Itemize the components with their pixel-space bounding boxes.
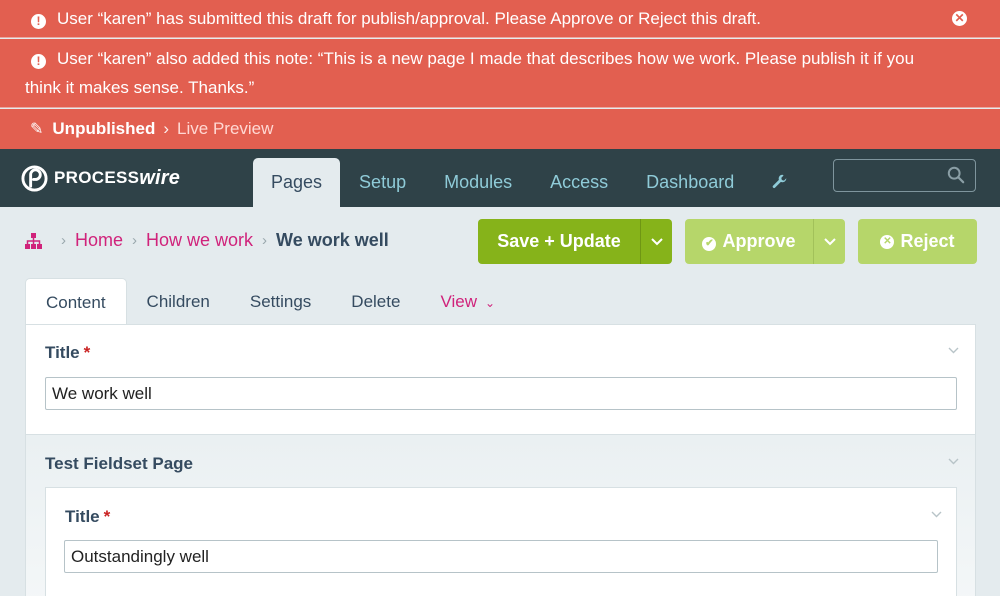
chevron-down-icon: [650, 237, 663, 245]
chevron-right-icon: ›: [262, 232, 268, 249]
save-dropdown-button[interactable]: [640, 219, 672, 264]
status-bar: ✎ Unpublished › Live Preview: [0, 109, 1000, 149]
save-update-button: Save + Update: [478, 219, 672, 264]
approve-label: Approve: [722, 231, 796, 251]
inner-title-field: Title * Outstandingly well: [45, 487, 957, 596]
title-label: Title *: [45, 343, 91, 362]
logo-text-process: PROCESS: [54, 168, 140, 187]
unpublished-label: Unpublished: [52, 119, 156, 138]
chevron-right-icon: ›: [163, 119, 170, 138]
page-edit-tabs: Content Children Settings Delete View ⌄: [25, 278, 515, 325]
nav-pages[interactable]: Pages: [253, 158, 341, 207]
approve-button: ✔ Approve: [685, 219, 845, 264]
reject-button[interactable]: ✕ Reject: [858, 219, 977, 264]
note-notice: ! User “karen” also added this note: “Thi…: [0, 39, 1000, 108]
chevron-down-icon[interactable]: [931, 509, 942, 521]
nav-modules[interactable]: Modules: [425, 158, 531, 207]
nav-setup[interactable]: Setup: [340, 158, 425, 207]
approve-button-main[interactable]: ✔ Approve: [685, 219, 813, 264]
title-input[interactable]: We work well: [45, 377, 957, 410]
approve-dropdown-button[interactable]: [813, 219, 845, 264]
nav-access[interactable]: Access: [531, 158, 627, 207]
processwire-logo-icon: [21, 164, 48, 192]
fieldset-label: Test Fieldset Page: [45, 454, 194, 473]
check-circle-icon: ✔: [702, 237, 717, 251]
required-marker: *: [83, 343, 91, 362]
tab-children[interactable]: Children: [127, 278, 230, 325]
chevron-down-icon[interactable]: [948, 345, 959, 357]
chevron-right-icon: ›: [61, 232, 66, 249]
tab-view[interactable]: View ⌄: [420, 278, 515, 325]
inner-title-input[interactable]: Outstandingly well: [64, 540, 938, 573]
required-marker: *: [103, 507, 111, 526]
tab-settings[interactable]: Settings: [230, 278, 331, 325]
chevron-right-icon: ›: [132, 232, 138, 249]
sitemap-icon[interactable]: [25, 232, 42, 249]
breadcrumb-current: We work well: [276, 230, 389, 250]
inner-title-label: Title *: [65, 507, 111, 526]
breadcrumb-home[interactable]: Home: [75, 230, 123, 251]
submitted-notice: ! User “karen” has submitted this draft f…: [0, 0, 1000, 38]
main-nav: Pages Setup Modules Access Dashboard: [253, 158, 806, 207]
logo-text-wire: wire: [139, 166, 181, 189]
tab-content[interactable]: Content: [25, 278, 127, 325]
content-panel: Title * We work well Test Fieldset Page T…: [25, 324, 976, 596]
wrench-icon[interactable]: [753, 158, 806, 207]
paperclip-icon: ✎: [30, 121, 44, 138]
live-preview-link[interactable]: Live Preview: [177, 119, 273, 138]
nav-dashboard[interactable]: Dashboard: [627, 158, 753, 207]
note-notice-text: User “karen” also added this note: “This…: [25, 49, 915, 97]
title-field: Title * We work well: [26, 325, 975, 435]
tab-view-label: View: [440, 292, 477, 311]
test-fieldset: Test Fieldset Page Title * Outstandingly …: [26, 435, 975, 596]
alert-icon: !: [31, 54, 46, 69]
times-circle-icon: ✕: [880, 234, 895, 249]
chevron-down-icon: ⌄: [484, 296, 496, 310]
breadcrumb: › Home › How we work › We work well: [25, 230, 389, 251]
save-update-label[interactable]: Save + Update: [478, 219, 640, 264]
tab-delete[interactable]: Delete: [331, 278, 420, 325]
search-input[interactable]: [833, 159, 976, 192]
submitted-notice-text: User “karen” has submitted this draft fo…: [57, 9, 761, 28]
reject-label: Reject: [900, 231, 955, 251]
alert-icon: !: [31, 14, 46, 29]
breadcrumb-how-we-work[interactable]: How we work: [146, 230, 253, 251]
masthead: PROCESS wire Pages Setup Modules Access D…: [0, 149, 1000, 207]
chevron-down-icon[interactable]: [948, 456, 959, 468]
chevron-down-icon: [823, 237, 836, 245]
search-icon: [947, 166, 965, 184]
processwire-logo[interactable]: PROCESS wire: [21, 163, 180, 193]
close-icon[interactable]: ✕: [952, 11, 967, 26]
